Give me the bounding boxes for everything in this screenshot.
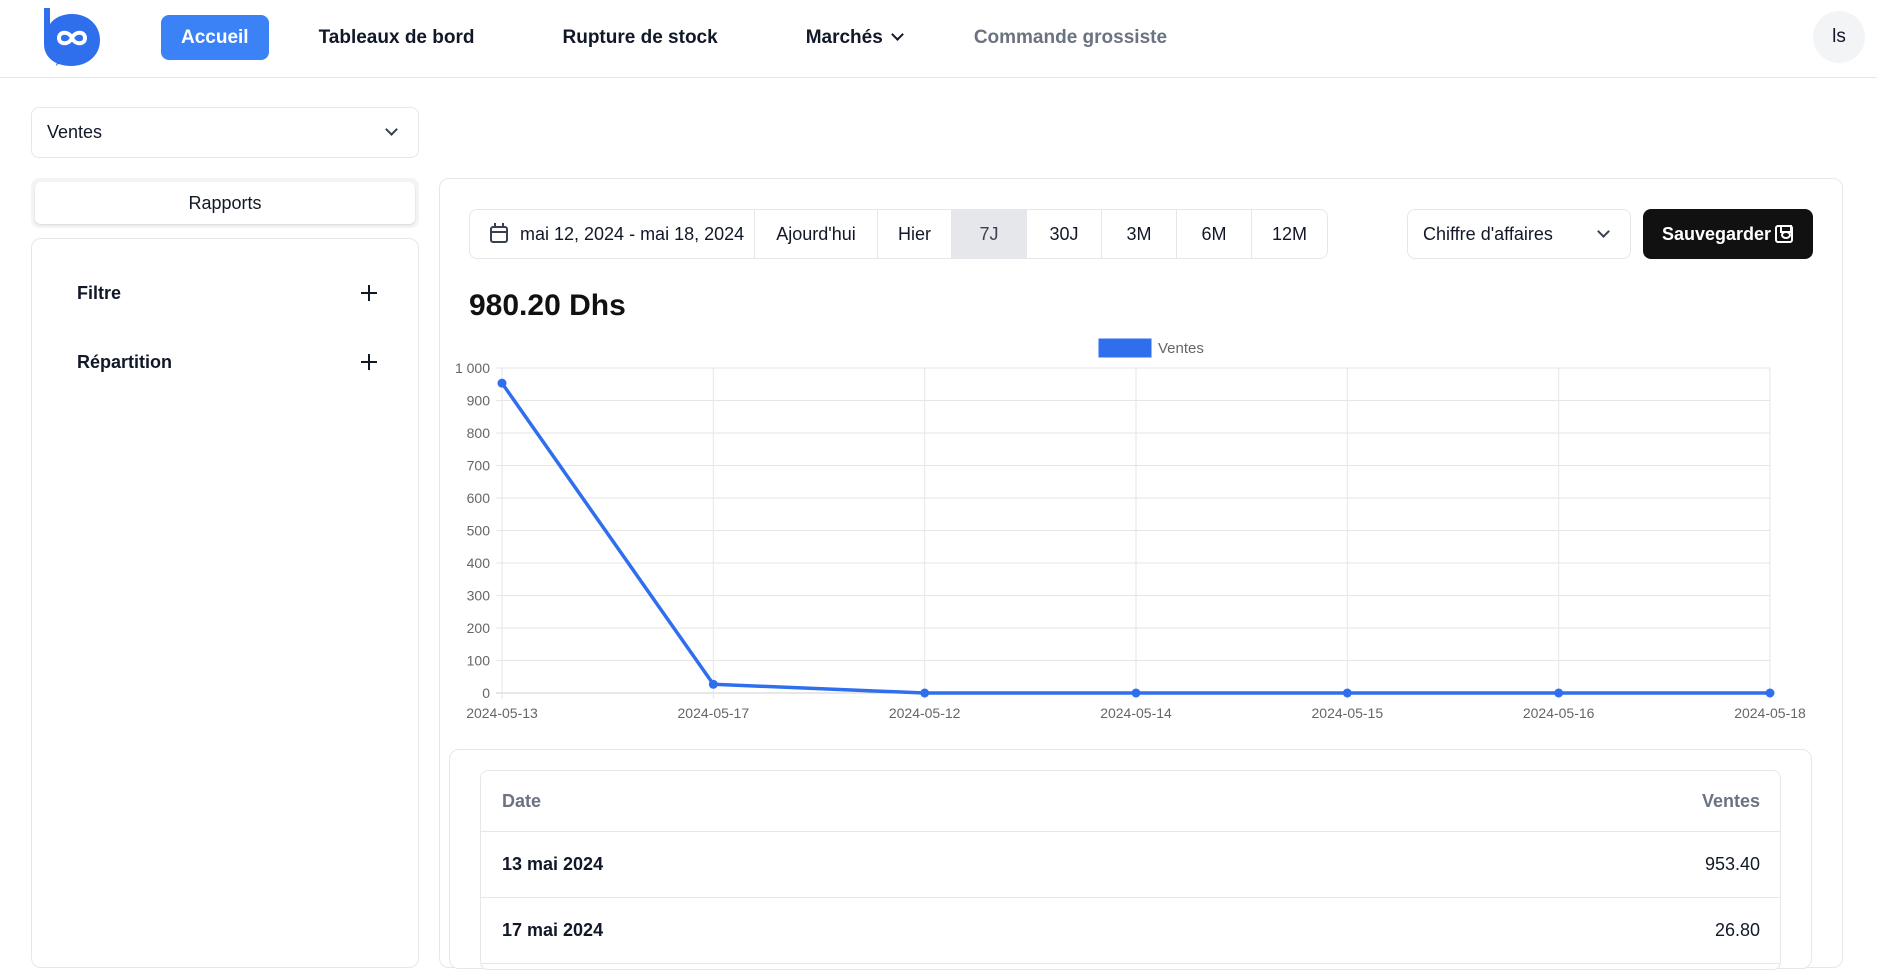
data-point[interactable] (1342, 688, 1352, 698)
main-nav: Accueil Tableaux de bord Rupture de stoc… (161, 15, 1187, 60)
chevron-down-icon (1597, 225, 1610, 238)
x-tick-label: 2024-05-12 (889, 705, 961, 721)
nav-tableaux-de-bord[interactable]: Tableaux de bord (299, 15, 495, 60)
range-7j[interactable]: 7J (952, 210, 1027, 258)
column-header-ventes[interactable]: Ventes (1702, 771, 1760, 831)
total-amount: 980.20 Dhs (469, 289, 626, 322)
data-point[interactable] (920, 688, 930, 698)
y-tick-label: 800 (467, 425, 491, 441)
x-tick-label: 2024-05-13 (466, 705, 538, 721)
y-tick-label: 1 000 (455, 360, 490, 376)
y-tick-label: 900 (467, 393, 491, 409)
range-6m[interactable]: 6M (1177, 210, 1252, 258)
x-tick-label: 2024-05-15 (1312, 705, 1384, 721)
y-tick-label: 300 (467, 588, 491, 604)
y-tick-label: 400 (467, 555, 491, 571)
y-tick-label: 100 (467, 653, 491, 669)
y-tick-label: 600 (467, 490, 491, 506)
chart-legend[interactable]: Ventes (1098, 338, 1204, 358)
table-header: Date Ventes (481, 771, 1780, 832)
nav-marches-label: Marchés (805, 27, 883, 48)
metric-select[interactable]: Chiffre d'affaires (1407, 209, 1631, 259)
accordion-filtre[interactable]: Filtre (77, 278, 377, 308)
x-tick-label: 2024-05-18 (1734, 705, 1806, 721)
accordion-repartition[interactable]: Répartition (77, 347, 377, 377)
range-aujourdhui[interactable]: Ajourd'hui (755, 210, 878, 258)
range-3m[interactable]: 3M (1102, 210, 1177, 258)
table-row: 17 mai 2024 26.80 (481, 898, 1780, 964)
legend-swatch[interactable] (1098, 338, 1152, 358)
save-button[interactable]: Sauvegarder (1643, 209, 1813, 259)
chevron-down-icon (385, 123, 398, 136)
nav-marches[interactable]: Marchés (786, 15, 922, 60)
x-tick-label: 2024-05-16 (1523, 705, 1595, 721)
table-cell-date: 17 mai 2024 (502, 920, 604, 940)
column-header-date[interactable]: Date (502, 771, 541, 831)
data-point[interactable] (497, 378, 507, 388)
date-range-picker[interactable]: mai 12, 2024 - mai 18, 2024 (470, 210, 755, 258)
range-12m[interactable]: 12M (1252, 210, 1327, 258)
sales-table: Date Ventes 13 mai 2024 953.40 17 mai 20… (480, 770, 1781, 970)
metric-select-value: Chiffre d'affaires (1423, 224, 1553, 244)
y-tick-label: 500 (467, 523, 491, 539)
data-point[interactable] (708, 679, 718, 689)
table-cell-ventes: 953.40 (1704, 854, 1760, 874)
sidebar-tabs: Rapports (31, 178, 419, 228)
accordion-repartition-label: Répartition (77, 351, 173, 372)
x-tick-label: 2024-05-14 (1100, 705, 1172, 721)
chevron-down-icon (890, 28, 904, 41)
save-icon (1775, 225, 1793, 243)
report-type-select[interactable]: Ventes (31, 107, 419, 158)
chart-x-axis: 2024-05-13 2024-05-17 2024-05-12 2024-05-14… (466, 705, 1806, 721)
plus-icon (361, 285, 377, 301)
sidebar-panel: Filtre Répartition (31, 238, 419, 968)
date-range-toolbar: mai 12, 2024 - mai 18, 2024 Ajourd'hui H… (469, 209, 1328, 259)
save-button-label: Sauvegarder (1662, 224, 1772, 244)
range-hier[interactable]: Hier (878, 210, 952, 258)
top-navigation-bar: Accueil Tableaux de bord Rupture de stoc… (0, 0, 1877, 78)
range-30j[interactable]: 30J (1027, 210, 1102, 258)
nav-commande-grossiste[interactable]: Commande grossiste (954, 15, 1187, 60)
tab-rapports[interactable]: Rapports (35, 182, 415, 224)
table-row: 13 mai 2024 953.40 (481, 832, 1780, 898)
report-type-value: Ventes (47, 122, 103, 142)
sales-line-chart: 0 100 200 300 400 500 600 700 800 900 1 000 2024-0… (455, 338, 1806, 721)
data-point[interactable] (1554, 688, 1564, 698)
data-point[interactable] (1131, 688, 1141, 698)
x-tick-label: 2024-05-17 (678, 705, 750, 721)
accordion-filtre-label: Filtre (77, 282, 122, 303)
y-tick-label: 700 (467, 458, 491, 474)
data-point[interactable] (1765, 688, 1775, 698)
chart-y-axis: 0 100 200 300 400 500 600 700 800 900 1 000 (455, 360, 490, 701)
date-range-label: mai 12, 2024 - mai 18, 2024 (520, 224, 745, 244)
nav-rupture-de-stock[interactable]: Rupture de stock (543, 15, 738, 60)
legend-label[interactable]: Ventes (1158, 340, 1204, 357)
nav-accueil[interactable]: Accueil (161, 15, 269, 60)
calendar-icon (490, 222, 508, 243)
plus-icon (361, 354, 377, 370)
table-cell-ventes: 26.80 (1714, 920, 1760, 940)
app-logo-icon[interactable] (38, 4, 104, 70)
y-tick-label: 0 (482, 685, 490, 701)
y-tick-label: 200 (467, 620, 491, 636)
user-avatar[interactable]: ls (1813, 11, 1865, 63)
table-cell-date: 13 mai 2024 (502, 854, 604, 874)
